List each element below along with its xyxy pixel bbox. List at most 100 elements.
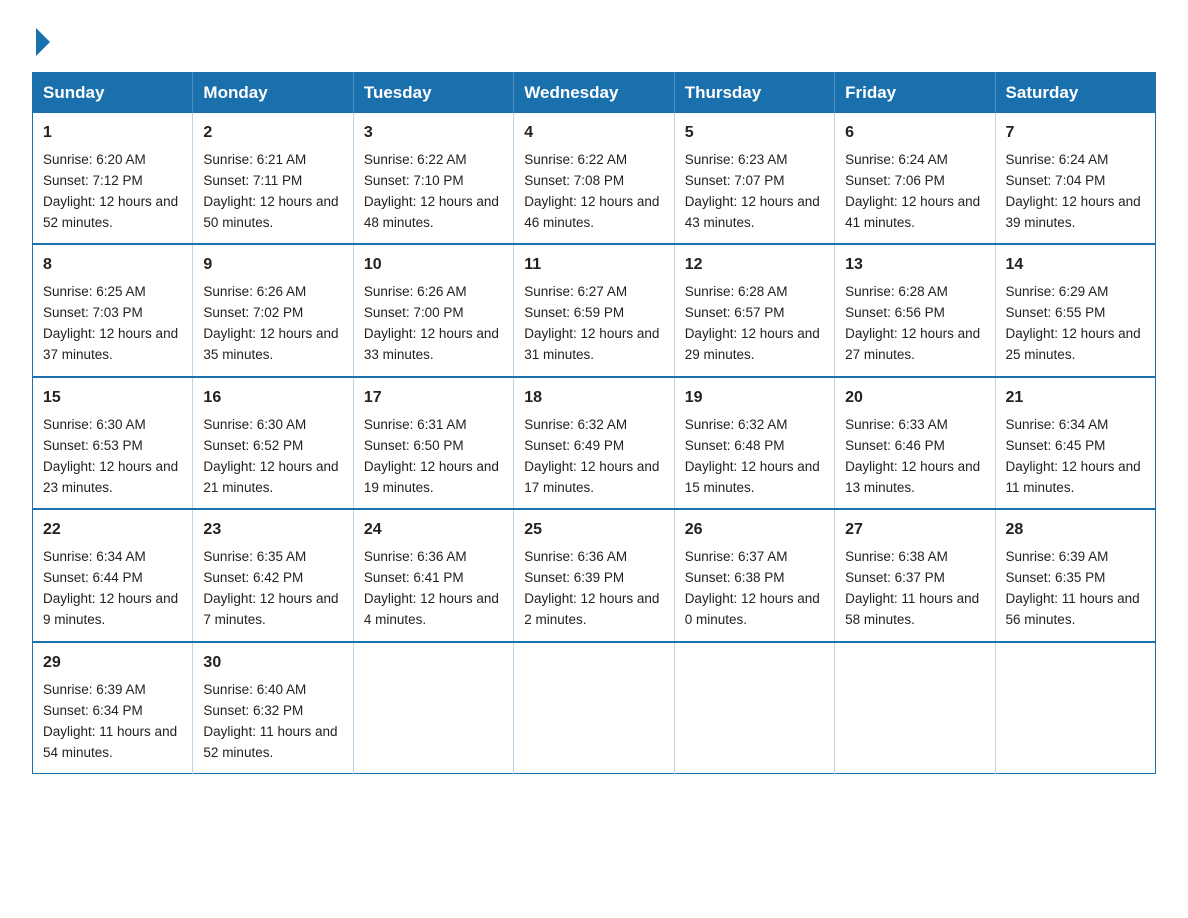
calendar-day-cell: 29 Sunrise: 6:39 AMSunset: 6:34 PMDaylig… [33,642,193,774]
day-info: Sunrise: 6:36 AMSunset: 6:39 PMDaylight:… [524,549,659,627]
calendar-day-cell: 26 Sunrise: 6:37 AMSunset: 6:38 PMDaylig… [674,509,834,641]
day-number: 4 [524,121,663,146]
day-of-week-header: Sunday [33,73,193,114]
day-info: Sunrise: 6:28 AMSunset: 6:56 PMDaylight:… [845,284,980,362]
day-number: 19 [685,386,824,411]
calendar-day-cell: 21 Sunrise: 6:34 AMSunset: 6:45 PMDaylig… [995,377,1155,509]
day-of-week-header: Tuesday [353,73,513,114]
calendar-week-row: 1 Sunrise: 6:20 AMSunset: 7:12 PMDayligh… [33,113,1156,244]
day-of-week-header: Thursday [674,73,834,114]
day-number: 1 [43,121,182,146]
day-number: 21 [1006,386,1145,411]
calendar-day-cell: 6 Sunrise: 6:24 AMSunset: 7:06 PMDayligh… [835,113,995,244]
day-info: Sunrise: 6:34 AMSunset: 6:45 PMDaylight:… [1006,417,1141,495]
day-info: Sunrise: 6:20 AMSunset: 7:12 PMDaylight:… [43,152,178,230]
day-info: Sunrise: 6:22 AMSunset: 7:08 PMDaylight:… [524,152,659,230]
calendar-day-cell: 22 Sunrise: 6:34 AMSunset: 6:44 PMDaylig… [33,509,193,641]
logo [32,24,50,54]
day-number: 14 [1006,253,1145,278]
calendar-day-cell: 13 Sunrise: 6:28 AMSunset: 6:56 PMDaylig… [835,244,995,376]
calendar-day-cell: 23 Sunrise: 6:35 AMSunset: 6:42 PMDaylig… [193,509,353,641]
day-info: Sunrise: 6:24 AMSunset: 7:06 PMDaylight:… [845,152,980,230]
day-number: 24 [364,518,503,543]
day-number: 23 [203,518,342,543]
day-number: 18 [524,386,663,411]
calendar-week-row: 22 Sunrise: 6:34 AMSunset: 6:44 PMDaylig… [33,509,1156,641]
day-number: 16 [203,386,342,411]
day-number: 3 [364,121,503,146]
calendar-day-cell: 28 Sunrise: 6:39 AMSunset: 6:35 PMDaylig… [995,509,1155,641]
day-info: Sunrise: 6:37 AMSunset: 6:38 PMDaylight:… [685,549,820,627]
day-info: Sunrise: 6:26 AMSunset: 7:02 PMDaylight:… [203,284,338,362]
day-info: Sunrise: 6:27 AMSunset: 6:59 PMDaylight:… [524,284,659,362]
day-number: 10 [364,253,503,278]
calendar-day-cell: 15 Sunrise: 6:30 AMSunset: 6:53 PMDaylig… [33,377,193,509]
day-info: Sunrise: 6:30 AMSunset: 6:53 PMDaylight:… [43,417,178,495]
day-info: Sunrise: 6:25 AMSunset: 7:03 PMDaylight:… [43,284,178,362]
day-number: 15 [43,386,182,411]
day-info: Sunrise: 6:21 AMSunset: 7:11 PMDaylight:… [203,152,338,230]
calendar-day-cell [514,642,674,774]
day-number: 17 [364,386,503,411]
calendar-day-cell: 16 Sunrise: 6:30 AMSunset: 6:52 PMDaylig… [193,377,353,509]
calendar-day-cell: 9 Sunrise: 6:26 AMSunset: 7:02 PMDayligh… [193,244,353,376]
day-number: 7 [1006,121,1145,146]
day-info: Sunrise: 6:24 AMSunset: 7:04 PMDaylight:… [1006,152,1141,230]
day-number: 22 [43,518,182,543]
day-info: Sunrise: 6:39 AMSunset: 6:34 PMDaylight:… [43,682,177,760]
calendar-header-row: SundayMondayTuesdayWednesdayThursdayFrid… [33,73,1156,114]
day-info: Sunrise: 6:31 AMSunset: 6:50 PMDaylight:… [364,417,499,495]
day-info: Sunrise: 6:39 AMSunset: 6:35 PMDaylight:… [1006,549,1140,627]
day-number: 13 [845,253,984,278]
day-info: Sunrise: 6:36 AMSunset: 6:41 PMDaylight:… [364,549,499,627]
day-of-week-header: Friday [835,73,995,114]
day-info: Sunrise: 6:38 AMSunset: 6:37 PMDaylight:… [845,549,979,627]
day-of-week-header: Monday [193,73,353,114]
calendar-week-row: 15 Sunrise: 6:30 AMSunset: 6:53 PMDaylig… [33,377,1156,509]
calendar-day-cell: 27 Sunrise: 6:38 AMSunset: 6:37 PMDaylig… [835,509,995,641]
day-info: Sunrise: 6:32 AMSunset: 6:48 PMDaylight:… [685,417,820,495]
calendar-day-cell: 17 Sunrise: 6:31 AMSunset: 6:50 PMDaylig… [353,377,513,509]
calendar-week-row: 29 Sunrise: 6:39 AMSunset: 6:34 PMDaylig… [33,642,1156,774]
calendar-day-cell: 18 Sunrise: 6:32 AMSunset: 6:49 PMDaylig… [514,377,674,509]
calendar-day-cell [835,642,995,774]
day-number: 27 [845,518,984,543]
calendar-day-cell: 14 Sunrise: 6:29 AMSunset: 6:55 PMDaylig… [995,244,1155,376]
day-number: 28 [1006,518,1145,543]
day-number: 29 [43,651,182,676]
day-number: 6 [845,121,984,146]
day-info: Sunrise: 6:29 AMSunset: 6:55 PMDaylight:… [1006,284,1141,362]
day-info: Sunrise: 6:28 AMSunset: 6:57 PMDaylight:… [685,284,820,362]
calendar-day-cell: 3 Sunrise: 6:22 AMSunset: 7:10 PMDayligh… [353,113,513,244]
day-of-week-header: Wednesday [514,73,674,114]
day-of-week-header: Saturday [995,73,1155,114]
calendar-week-row: 8 Sunrise: 6:25 AMSunset: 7:03 PMDayligh… [33,244,1156,376]
day-info: Sunrise: 6:23 AMSunset: 7:07 PMDaylight:… [685,152,820,230]
day-number: 20 [845,386,984,411]
day-info: Sunrise: 6:40 AMSunset: 6:32 PMDaylight:… [203,682,337,760]
calendar-day-cell: 19 Sunrise: 6:32 AMSunset: 6:48 PMDaylig… [674,377,834,509]
day-info: Sunrise: 6:30 AMSunset: 6:52 PMDaylight:… [203,417,338,495]
calendar-day-cell [995,642,1155,774]
day-number: 26 [685,518,824,543]
calendar-day-cell: 10 Sunrise: 6:26 AMSunset: 7:00 PMDaylig… [353,244,513,376]
calendar-table: SundayMondayTuesdayWednesdayThursdayFrid… [32,72,1156,774]
day-number: 5 [685,121,824,146]
calendar-day-cell: 11 Sunrise: 6:27 AMSunset: 6:59 PMDaylig… [514,244,674,376]
day-number: 30 [203,651,342,676]
day-number: 8 [43,253,182,278]
day-number: 9 [203,253,342,278]
calendar-day-cell: 8 Sunrise: 6:25 AMSunset: 7:03 PMDayligh… [33,244,193,376]
day-number: 12 [685,253,824,278]
calendar-day-cell: 1 Sunrise: 6:20 AMSunset: 7:12 PMDayligh… [33,113,193,244]
calendar-day-cell [353,642,513,774]
day-number: 2 [203,121,342,146]
day-info: Sunrise: 6:26 AMSunset: 7:00 PMDaylight:… [364,284,499,362]
logo-arrow-icon [36,28,50,56]
calendar-day-cell: 2 Sunrise: 6:21 AMSunset: 7:11 PMDayligh… [193,113,353,244]
day-info: Sunrise: 6:33 AMSunset: 6:46 PMDaylight:… [845,417,980,495]
day-info: Sunrise: 6:34 AMSunset: 6:44 PMDaylight:… [43,549,178,627]
calendar-day-cell: 24 Sunrise: 6:36 AMSunset: 6:41 PMDaylig… [353,509,513,641]
day-number: 11 [524,253,663,278]
page-header [32,24,1156,54]
